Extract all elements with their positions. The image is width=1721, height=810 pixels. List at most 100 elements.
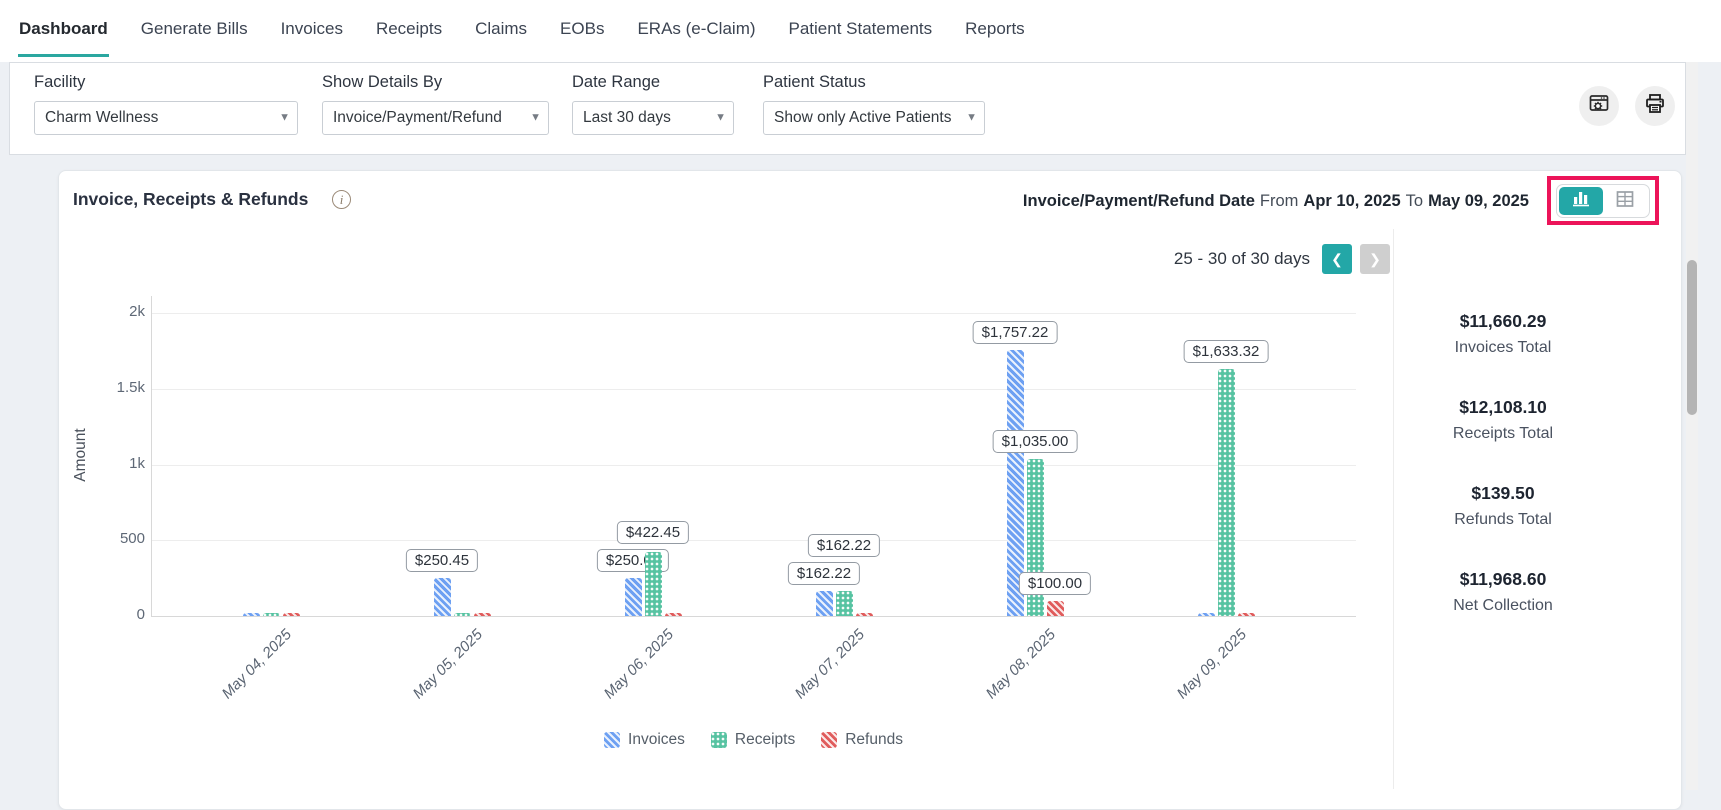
bar-value-label-refunds-5: $100.00 bbox=[1019, 572, 1091, 595]
x-axis-label-may-07-2025: May 07, 2025 bbox=[792, 626, 868, 702]
gridline-1k bbox=[151, 465, 1356, 466]
bar-receipts-6[interactable] bbox=[1218, 369, 1235, 616]
receipts-total-amount: $12,108.10 bbox=[1403, 397, 1603, 418]
date-range-label: Date Range bbox=[572, 73, 734, 92]
bar-refunds-2[interactable] bbox=[474, 613, 491, 616]
print-icon bbox=[1643, 92, 1667, 121]
bar-invoices-1[interactable] bbox=[243, 613, 260, 616]
x-axis-label-may-04-2025: May 04, 2025 bbox=[219, 626, 295, 702]
bar-refunds-5[interactable] bbox=[1047, 601, 1064, 616]
bar-invoices-6[interactable] bbox=[1198, 613, 1215, 616]
date-range-select[interactable]: Last 30 days ▼ bbox=[572, 101, 734, 135]
facility-label: Facility bbox=[34, 73, 298, 92]
nav-tab-receipts[interactable]: Receipts bbox=[375, 0, 443, 57]
legend-item-refunds[interactable]: Refunds bbox=[821, 731, 903, 749]
bar-value-label-receipts-6: $1,633.32 bbox=[1184, 340, 1269, 363]
net-collection-label: Net Collection bbox=[1403, 597, 1603, 615]
details-select[interactable]: Invoice/Payment/Refund ▼ bbox=[322, 101, 549, 135]
view-toggle bbox=[1556, 184, 1650, 218]
bar-invoices-3[interactable] bbox=[625, 578, 642, 616]
legend-item-invoices[interactable]: Invoices bbox=[604, 731, 685, 749]
legend-item-receipts[interactable]: Receipts bbox=[711, 731, 795, 749]
patient-status-select-value: Show only Active Patients bbox=[774, 109, 960, 127]
to-date: May 09, 2025 bbox=[1428, 192, 1529, 211]
bar-refunds-1[interactable] bbox=[283, 613, 300, 616]
chart-legend: Invoices Receipts Refunds bbox=[151, 731, 1356, 749]
nav-tab-invoices[interactable]: Invoices bbox=[280, 0, 344, 57]
info-icon[interactable]: i bbox=[332, 190, 351, 209]
nav-tab-dashboard[interactable]: Dashboard bbox=[18, 0, 109, 57]
date-range-summary: Invoice/Payment/Refund Date From Apr 10,… bbox=[1023, 192, 1529, 211]
details-label: Show Details By bbox=[322, 73, 549, 92]
bar-receipts-3[interactable] bbox=[645, 552, 662, 616]
print-button[interactable] bbox=[1635, 86, 1675, 126]
date-range-select-value: Last 30 days bbox=[583, 109, 709, 127]
bar-refunds-6[interactable] bbox=[1238, 613, 1255, 616]
x-axis-label-may-06-2025: May 06, 2025 bbox=[601, 626, 677, 702]
bar-invoices-4[interactable] bbox=[816, 591, 833, 616]
y-axis-tick-0: 0 bbox=[79, 606, 145, 623]
bar-invoices-2[interactable] bbox=[434, 578, 451, 616]
bar-value-label-invoices-2: $250.45 bbox=[406, 549, 478, 572]
report-settings-button[interactable] bbox=[1579, 86, 1619, 126]
bar-receipts-4[interactable] bbox=[836, 591, 853, 616]
nav-tab-claims[interactable]: Claims bbox=[474, 0, 528, 57]
from-date: Apr 10, 2025 bbox=[1303, 192, 1400, 211]
net-collection-amount: $11,968.60 bbox=[1403, 569, 1603, 590]
nav-tab-eras-e-claim[interactable]: ERAs (e-Claim) bbox=[636, 0, 756, 57]
y-axis-tick-1.5k: 1.5k bbox=[79, 379, 145, 396]
legend-label-receipts: Receipts bbox=[735, 731, 795, 749]
bar-value-label-receipts-3: $422.45 bbox=[617, 521, 689, 544]
from-word: From bbox=[1260, 192, 1299, 211]
refunds-total-amount: $139.50 bbox=[1403, 483, 1603, 504]
invoices-total-label: Invoices Total bbox=[1403, 339, 1603, 357]
facility-select-value: Charm Wellness bbox=[45, 109, 273, 127]
nav-tab-eobs[interactable]: EOBs bbox=[559, 0, 605, 57]
refunds-total: $139.50 Refunds Total bbox=[1403, 483, 1603, 529]
nav-tab-reports[interactable]: Reports bbox=[964, 0, 1026, 57]
bar-refunds-4[interactable] bbox=[856, 613, 873, 616]
facility-filter-group: Facility Charm Wellness ▼ bbox=[34, 73, 298, 135]
x-axis-label-may-08-2025: May 08, 2025 bbox=[983, 626, 1059, 702]
patient-status-select[interactable]: Show only Active Patients ▼ bbox=[763, 101, 985, 135]
y-axis-tick-2k: 2k bbox=[79, 303, 145, 320]
patient-status-label: Patient Status bbox=[763, 73, 985, 92]
bar-value-label-invoices-4: $162.22 bbox=[788, 562, 860, 585]
receipts-total-label: Receipts Total bbox=[1403, 425, 1603, 443]
previous-page-button[interactable]: ❮ bbox=[1322, 244, 1352, 274]
y-axis-tick-500: 500 bbox=[79, 530, 145, 547]
invoices-total-amount: $11,660.29 bbox=[1403, 311, 1603, 332]
chevron-down-icon: ▼ bbox=[279, 111, 290, 123]
bar-chart-icon bbox=[1570, 189, 1592, 214]
panel-divider bbox=[1393, 229, 1394, 789]
details-filter-group: Show Details By Invoice/Payment/Refund ▼ bbox=[322, 73, 549, 135]
invoice-receipts-refunds-panel: Invoice, Receipts & Refunds i Invoice/Pa… bbox=[58, 170, 1682, 810]
bar-receipts-2[interactable] bbox=[454, 613, 471, 616]
chart-view-button[interactable] bbox=[1559, 187, 1603, 215]
vertical-scrollbar-track[interactable] bbox=[1686, 62, 1698, 790]
date-range-summary-label: Invoice/Payment/Refund Date bbox=[1023, 192, 1255, 211]
report-settings-icon bbox=[1587, 92, 1611, 121]
invoices-total: $11,660.29 Invoices Total bbox=[1403, 311, 1603, 357]
totals-summary: $11,660.29 Invoices Total $12,108.10 Rec… bbox=[1403, 311, 1603, 655]
receipts-total: $12,108.10 Receipts Total bbox=[1403, 397, 1603, 443]
legend-label-invoices: Invoices bbox=[628, 731, 685, 749]
bar-value-label-receipts-5: $1,035.00 bbox=[993, 430, 1078, 453]
facility-select[interactable]: Charm Wellness ▼ bbox=[34, 101, 298, 135]
nav-tab-generate-bills[interactable]: Generate Bills bbox=[140, 0, 249, 57]
y-axis-line bbox=[151, 296, 152, 616]
legend-swatch-refunds bbox=[821, 732, 837, 748]
date-range-filter-group: Date Range Last 30 days ▼ bbox=[572, 73, 734, 135]
refunds-total-label: Refunds Total bbox=[1403, 511, 1603, 529]
chart-pagination: 25 - 30 of 30 days ❮ ❯ bbox=[59, 244, 1390, 274]
next-page-button[interactable]: ❯ bbox=[1360, 244, 1390, 274]
chevron-down-icon: ▼ bbox=[530, 111, 541, 123]
nav-tab-patient-statements[interactable]: Patient Statements bbox=[788, 0, 934, 57]
net-collection-total: $11,968.60 Net Collection bbox=[1403, 569, 1603, 615]
gridline-1.5k bbox=[151, 389, 1356, 390]
vertical-scrollbar-thumb[interactable] bbox=[1687, 260, 1697, 415]
bar-refunds-3[interactable] bbox=[665, 613, 682, 616]
table-view-button[interactable] bbox=[1603, 187, 1647, 215]
panel-title: Invoice, Receipts & Refunds bbox=[73, 189, 308, 210]
bar-receipts-1[interactable] bbox=[263, 613, 280, 616]
